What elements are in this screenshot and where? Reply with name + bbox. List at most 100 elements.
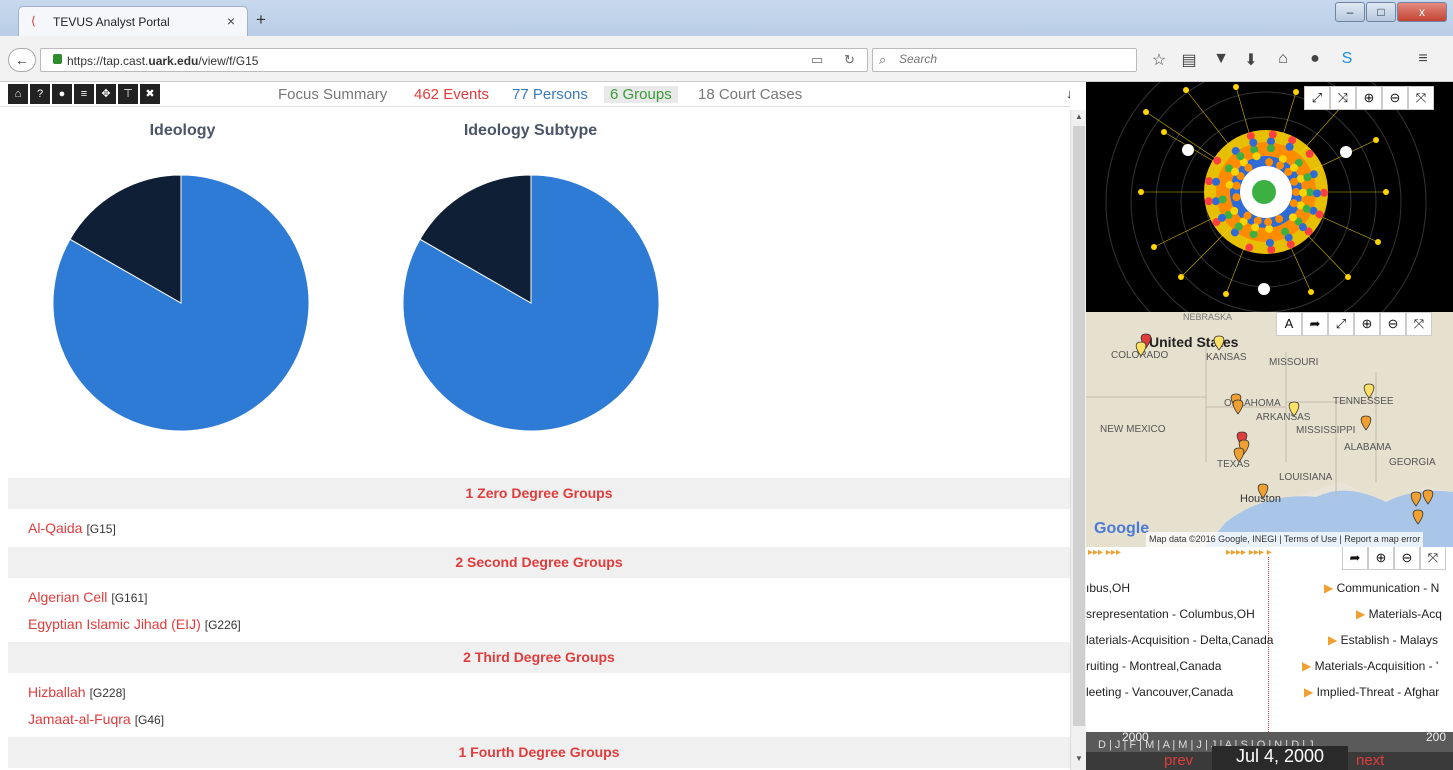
close-icon[interactable]: ✖: [140, 84, 160, 104]
list-item[interactable]: Hizballah [G228]: [28, 684, 126, 700]
map-pin-icon[interactable]: [1135, 341, 1147, 357]
map-attribution: Map data ©2016 Google, INEGI | Terms of …: [1146, 532, 1424, 547]
map-pin-icon[interactable]: [1233, 447, 1245, 463]
timeline-event[interactable]: ıbus,OH: [1086, 581, 1130, 595]
home-browser-icon[interactable]: ⌂: [1272, 50, 1294, 68]
fit-icon[interactable]: ⤧: [1420, 547, 1446, 570]
list-item[interactable]: Algerian Cell [G161]: [28, 589, 147, 605]
maximize-button[interactable]: □: [1366, 2, 1396, 22]
timeline-panel[interactable]: ▸▸▸ ▸▸▸ ▸▸▸▸ ▸▸▸ ▸ ➦ ⊕ ⊖ ⤧ ıbus,OH srepr…: [1086, 547, 1453, 770]
skype-icon[interactable]: S: [1336, 50, 1358, 68]
move-icon[interactable]: ✥: [96, 84, 116, 104]
menu-icon[interactable]: ≡: [1412, 50, 1434, 68]
map-pin-icon[interactable]: [1360, 415, 1372, 431]
list-item[interactable]: Jamaat-al-Fuqra [G46]: [28, 711, 164, 727]
address-bar[interactable]: https://tap.cast.uark.edu/view/f/G15 ▭ ↻: [40, 48, 868, 72]
download-arrow-icon[interactable]: ↓: [1066, 86, 1070, 101]
text-icon[interactable]: A: [1276, 312, 1302, 336]
second-degree-header: 2 Second Degree Groups: [8, 547, 1070, 578]
browser-tab[interactable]: ⟨ TEVUS Analyst Portal ×: [18, 6, 248, 36]
reading-list-icon[interactable]: ▤: [1178, 50, 1200, 70]
tab-groups[interactable]: 6 Groups: [604, 86, 678, 103]
group-link[interactable]: Al-Qaida: [28, 520, 82, 536]
tab-focus-summary[interactable]: Focus Summary: [278, 86, 387, 103]
list-item[interactable]: Al-Qaida [G15]: [28, 520, 116, 536]
zoom-out-icon[interactable]: ⊖: [1382, 86, 1408, 110]
reload-icon[interactable]: ↻: [844, 52, 855, 68]
main-scrollbar[interactable]: ▲ ▼: [1070, 110, 1086, 770]
ideology-subtype-pie-chart: [402, 174, 660, 432]
tevus-favicon-icon: ⟨: [31, 14, 36, 28]
map-pin-icon[interactable]: [1288, 401, 1300, 417]
tab-close-icon[interactable]: ×: [227, 13, 235, 29]
new-tab-button[interactable]: +: [256, 10, 266, 30]
timeline-event[interactable]: ruiting - Montreal,Canada: [1086, 659, 1221, 673]
filter-icon[interactable]: ⊤: [118, 84, 138, 104]
tab-persons[interactable]: 77 Persons: [512, 86, 588, 103]
minimize-button[interactable]: –: [1335, 2, 1365, 22]
map-view[interactable]: NEBRASKA United States COLORADO KANSAS M…: [1086, 312, 1453, 547]
reader-view-icon[interactable]: ▭: [811, 52, 823, 68]
group-link[interactable]: Egyptian Islamic Jihad (EIJ): [28, 616, 201, 632]
person-icon[interactable]: ●: [52, 84, 72, 104]
timeline-event[interactable]: ▶ Materials-Acquisition - ': [1302, 659, 1438, 673]
url-text: https://tap.cast.uark.edu/view/f/G15: [67, 54, 259, 68]
network-graph[interactable]: ⤢ ⤨ ⊕ ⊖ ⤧: [1086, 82, 1453, 312]
timeline-event[interactable]: ▶ Communication - N: [1324, 581, 1439, 595]
fourth-degree-header: 1 Fourth Degree Groups: [8, 737, 1070, 768]
share-icon[interactable]: ➦: [1302, 312, 1328, 336]
zoom-in-icon[interactable]: ⊕: [1368, 547, 1394, 570]
prev-button[interactable]: prev: [1164, 752, 1193, 769]
zoom-in-icon[interactable]: ⊕: [1356, 86, 1382, 110]
tab-events[interactable]: 462 Events: [414, 86, 489, 103]
download-icon[interactable]: ⬇: [1240, 50, 1262, 70]
chat-icon[interactable]: ●: [1304, 50, 1326, 68]
search-input[interactable]: [899, 52, 1119, 66]
next-button[interactable]: next: [1356, 752, 1384, 769]
timeline-event[interactable]: ▶ Establish - Malays: [1328, 633, 1438, 647]
home-icon[interactable]: ⌂: [8, 84, 28, 104]
group-id: [G46]: [134, 713, 165, 727]
timeline-event[interactable]: laterials-Acquisition - Delta,Canada: [1086, 633, 1273, 647]
group-link[interactable]: Algerian Cell: [28, 589, 107, 605]
fit-icon[interactable]: ⤧: [1408, 86, 1434, 110]
timeline-event[interactable]: ▶ Materials-Acq: [1356, 607, 1442, 621]
scroll-up-icon[interactable]: ▲: [1073, 112, 1085, 124]
attribution-text: Map data ©2016 Google, INEGI: [1149, 534, 1277, 544]
group-link[interactable]: Jamaat-al-Fuqra: [28, 711, 131, 727]
lock-icon: [53, 54, 62, 64]
map-pin-icon[interactable]: [1412, 509, 1424, 525]
tab-court-cases[interactable]: 18 Court Cases: [698, 86, 802, 103]
zoom-out-icon[interactable]: ⊖: [1394, 547, 1420, 570]
scroll-thumb[interactable]: [1073, 126, 1085, 726]
help-icon[interactable]: ?: [30, 84, 50, 104]
expand-icon[interactable]: ⤢: [1304, 86, 1330, 110]
map-pin-icon[interactable]: [1257, 483, 1269, 499]
zoom-out-icon[interactable]: ⊖: [1380, 312, 1406, 336]
timeline-event[interactable]: leeting - Vancouver,Canada: [1086, 685, 1233, 699]
expand-icon[interactable]: ⤢: [1328, 312, 1354, 336]
map-pin-icon[interactable]: [1363, 383, 1375, 399]
shuffle-icon[interactable]: ⤨: [1330, 86, 1356, 110]
close-window-button[interactable]: x: [1397, 2, 1447, 22]
zoom-in-icon[interactable]: ⊕: [1354, 312, 1380, 336]
list-icon[interactable]: ≡: [74, 84, 94, 104]
map-pin-icon[interactable]: [1410, 491, 1422, 507]
timeline-event[interactable]: ▶ Implied-Threat - Afghar: [1304, 685, 1439, 699]
share-icon[interactable]: ➦: [1342, 547, 1368, 570]
fit-icon[interactable]: ⤧: [1406, 312, 1432, 336]
report-error-link[interactable]: Report a map error: [1344, 534, 1420, 544]
terms-link[interactable]: Terms of Use: [1284, 534, 1337, 544]
map-pin-icon[interactable]: [1213, 335, 1225, 351]
bookmark-star-icon[interactable]: ☆: [1148, 50, 1170, 70]
timeline-event[interactable]: srepresentation - Columbus,OH: [1086, 607, 1255, 621]
map-pin-icon[interactable]: [1232, 399, 1244, 415]
back-button[interactable]: ←: [8, 48, 36, 72]
map-pin-icon[interactable]: [1422, 489, 1434, 505]
group-id: [G161]: [111, 591, 148, 605]
scroll-down-icon[interactable]: ▼: [1073, 754, 1085, 766]
group-link[interactable]: Hizballah: [28, 684, 86, 700]
search-box[interactable]: ⌕: [872, 48, 1137, 72]
pocket-icon[interactable]: ▼: [1210, 50, 1232, 68]
list-item[interactable]: Egyptian Islamic Jihad (EIJ) [G226]: [28, 616, 241, 632]
